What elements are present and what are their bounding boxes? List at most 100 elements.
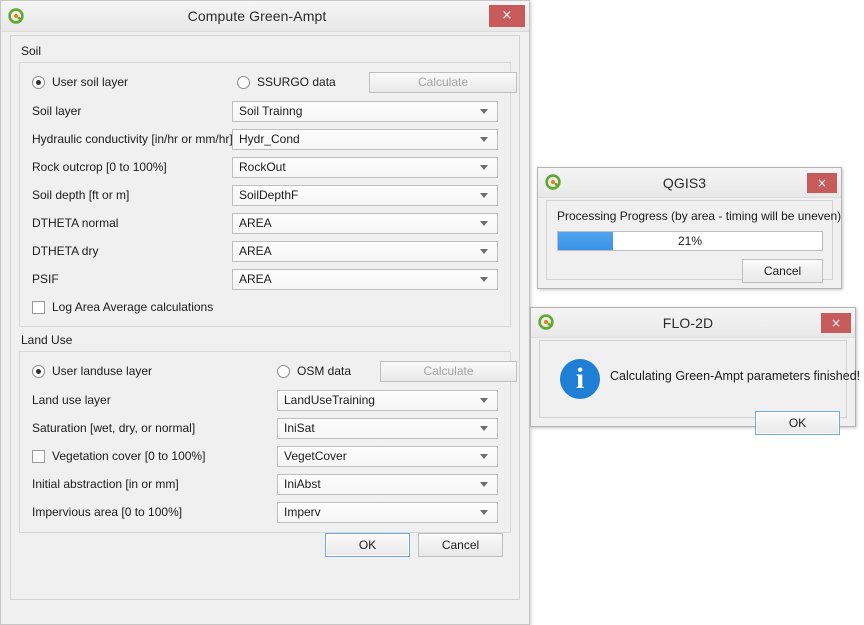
rock-outcrop-label: Rock outcrop [0 to 100%] (32, 160, 167, 174)
chevron-down-icon (480, 165, 488, 170)
soil-depth-row: Soil depth [ft or m] SoilDepthF (32, 184, 498, 206)
chevron-down-icon (480, 249, 488, 254)
progress-cancel-button[interactable]: Cancel (742, 259, 823, 283)
land-use-layer-combo[interactable]: LandUseTraining (277, 390, 498, 411)
soil-group-frame: User soil layer SSURGO data Calculate So… (19, 62, 511, 327)
soil-depth-label: Soil depth [ft or m] (32, 188, 129, 202)
user-soil-layer-label: User soil layer (52, 75, 128, 89)
flo2d-message: Calculating Green-Ampt parameters finish… (610, 369, 860, 383)
saturation-value: IniSat (284, 421, 315, 435)
land-use-group-title: Land Use (19, 333, 511, 347)
soil-layer-row: Soil layer Soil Trainng (32, 100, 498, 122)
psif-label: PSIF (32, 272, 59, 286)
main-dialog-close-button[interactable]: × (489, 5, 525, 27)
qgis3-titlebar: QGIS3 × (538, 168, 841, 198)
osm-data-label: OSM data (297, 364, 351, 378)
progress-message: Processing Progress (by area - timing wi… (557, 209, 841, 223)
landuse-calculate-button[interactable]: Calculate (380, 361, 517, 382)
chevron-down-icon (480, 510, 488, 515)
saturation-row: Saturation [wet, dry, or normal] IniSat (32, 417, 498, 439)
land-use-group: Land Use User landuse layer OSM data Cal… (19, 333, 511, 533)
land-use-layer-value: LandUseTraining (284, 393, 375, 407)
soil-depth-combo[interactable]: SoilDepthF (232, 185, 498, 206)
qgis-logo-icon (545, 174, 562, 191)
landuse-source-row: User landuse layer OSM data Calculate (32, 360, 498, 382)
rock-outcrop-row: Rock outcrop [0 to 100%] RockOut (32, 156, 498, 178)
user-landuse-layer-radio[interactable] (32, 365, 45, 378)
rock-outcrop-value: RockOut (239, 160, 286, 174)
initial-abstraction-value: IniAbst (284, 477, 321, 491)
flo2d-info-dialog: FLO-2D × i Calculating Green-Ampt parame… (530, 307, 856, 427)
soil-group: Soil User soil layer SSURGO data Calcula… (19, 44, 511, 327)
chevron-down-icon (480, 426, 488, 431)
flo2d-titlebar: FLO-2D × (531, 308, 855, 338)
chevron-down-icon (480, 398, 488, 403)
qgis3-dialog-body: Processing Progress (by area - timing wi… (546, 200, 833, 280)
initial-abstraction-row: Initial abstraction [in or mm] IniAbst (32, 473, 498, 495)
chevron-down-icon (480, 193, 488, 198)
hydraulic-conductivity-combo[interactable]: Hydr_Cond (232, 129, 498, 150)
land-use-layer-label: Land use layer (32, 393, 111, 407)
land-use-layer-row: Land use layer LandUseTraining (32, 389, 498, 411)
dtheta-normal-combo[interactable]: AREA (232, 213, 498, 234)
progress-percent-label: 21% (558, 232, 822, 250)
psif-row: PSIF AREA (32, 268, 498, 290)
rock-outcrop-combo[interactable]: RockOut (232, 157, 498, 178)
cancel-button[interactable]: Cancel (418, 533, 503, 557)
hydraulic-conductivity-row: Hydraulic conductivity [in/hr or mm/hr] … (32, 128, 498, 150)
dtheta-dry-value: AREA (239, 244, 272, 258)
initial-abstraction-combo[interactable]: IniAbst (277, 474, 498, 495)
user-landuse-layer-label: User landuse layer (52, 364, 152, 378)
log-area-average-row: Log Area Average calculations (32, 296, 498, 318)
ssurgo-data-radio[interactable] (237, 76, 250, 89)
log-area-average-label: Log Area Average calculations (52, 300, 213, 314)
flo2d-ok-button[interactable]: OK (755, 411, 840, 435)
flo2d-close-button[interactable]: × (821, 313, 851, 333)
saturation-label: Saturation [wet, dry, or normal] (32, 421, 195, 435)
vegetation-cover-value: VegetCover (284, 449, 347, 463)
soil-layer-value: Soil Trainng (239, 104, 302, 118)
chevron-down-icon (480, 277, 488, 282)
vegetation-cover-row: Vegetation cover [0 to 100%] VegetCover (32, 445, 498, 467)
dtheta-normal-label: DTHETA normal (32, 216, 118, 230)
ok-button[interactable]: OK (325, 533, 410, 557)
info-circle-icon: i (560, 359, 600, 399)
impervious-area-value: Imperv (284, 505, 321, 519)
psif-combo[interactable]: AREA (232, 269, 498, 290)
dtheta-normal-value: AREA (239, 216, 272, 230)
soil-layer-combo[interactable]: Soil Trainng (232, 101, 498, 122)
qgis3-progress-dialog: QGIS3 × Processing Progress (by area - t… (537, 167, 842, 289)
hydraulic-conductivity-label: Hydraulic conductivity [in/hr or mm/hr] (32, 132, 233, 146)
main-dialog-body: Soil User soil layer SSURGO data Calcula… (10, 35, 520, 600)
chevron-down-icon (480, 137, 488, 142)
osm-data-radio[interactable] (277, 365, 290, 378)
land-use-group-frame: User landuse layer OSM data Calculate La… (19, 351, 511, 533)
vegetation-cover-combo[interactable]: VegetCover (277, 446, 498, 467)
impervious-area-combo[interactable]: Imperv (277, 502, 498, 523)
qgis3-close-button[interactable]: × (807, 173, 837, 193)
log-area-average-checkbox[interactable] (32, 301, 45, 314)
soil-layer-label: Soil layer (32, 104, 81, 118)
dtheta-dry-label: DTHETA dry (32, 244, 98, 258)
main-dialog-title: Compute Green-Ampt (25, 8, 489, 24)
main-dialog-titlebar: Compute Green-Ampt × (1, 1, 529, 32)
initial-abstraction-label: Initial abstraction [in or mm] (32, 477, 179, 491)
progress-bar: 21% (557, 231, 823, 251)
vegetation-cover-checkbox[interactable] (32, 450, 45, 463)
dtheta-dry-combo[interactable]: AREA (232, 241, 498, 262)
saturation-combo[interactable]: IniSat (277, 418, 498, 439)
dtheta-normal-row: DTHETA normal AREA (32, 212, 498, 234)
soil-depth-value: SoilDepthF (239, 188, 298, 202)
chevron-down-icon (480, 482, 488, 487)
user-soil-layer-radio[interactable] (32, 76, 45, 89)
impervious-area-row: Impervious area [0 to 100%] Imperv (32, 501, 498, 523)
qgis3-dialog-title: QGIS3 (562, 175, 807, 191)
soil-calculate-button[interactable]: Calculate (369, 72, 517, 93)
compute-green-ampt-dialog: Compute Green-Ampt × Soil User soil laye… (0, 0, 530, 625)
soil-source-row: User soil layer SSURGO data Calculate (32, 71, 498, 93)
flo2d-dialog-body: i Calculating Green-Ampt parameters fini… (539, 340, 847, 418)
flo2d-dialog-title: FLO-2D (555, 315, 821, 331)
hydraulic-conductivity-value: Hydr_Cond (239, 132, 300, 146)
dtheta-dry-row: DTHETA dry AREA (32, 240, 498, 262)
qgis-logo-icon (8, 8, 25, 25)
